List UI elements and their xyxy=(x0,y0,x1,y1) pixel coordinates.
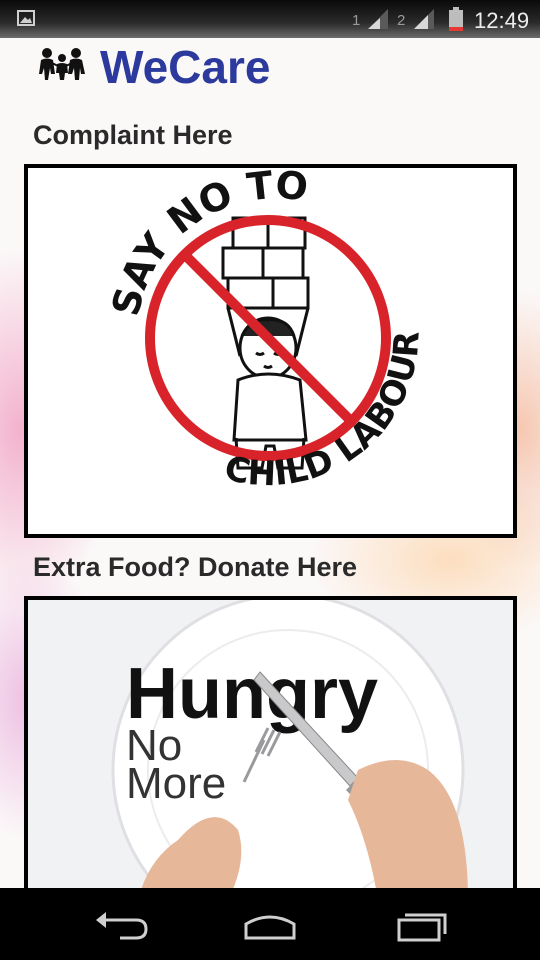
sim2-label: 2 xyxy=(397,12,406,29)
recent-apps-icon[interactable] xyxy=(393,908,453,942)
more-text: More xyxy=(126,759,226,808)
donate-food-label: Extra Food? Donate Here xyxy=(33,552,358,582)
app-header: WeCare xyxy=(0,38,540,100)
status-bar: 1 2 12:49 xyxy=(0,0,540,38)
say-no-to-child-labour-image: SAY NO TO CHILD LABOUR xyxy=(103,168,427,494)
clock: 12:49 xyxy=(474,8,530,33)
gallery-icon xyxy=(17,10,35,26)
signal-icon xyxy=(368,9,388,29)
donate-food-image-button[interactable]: Hungry No More xyxy=(24,596,517,904)
battery-icon xyxy=(449,7,463,31)
hungry-no-more-image: Hungry No More xyxy=(111,600,468,900)
family-icon xyxy=(39,48,85,80)
complaint-label: Complaint Here xyxy=(33,120,233,150)
sim1-label: 1 xyxy=(352,12,361,29)
signal-icon xyxy=(414,9,434,29)
navigation-bar xyxy=(0,888,540,960)
home-icon[interactable] xyxy=(240,908,300,942)
back-icon[interactable] xyxy=(90,908,150,942)
complaint-image-button[interactable]: SAY NO TO CHILD LABOUR xyxy=(24,164,517,538)
app-title: WeCare xyxy=(100,41,271,93)
